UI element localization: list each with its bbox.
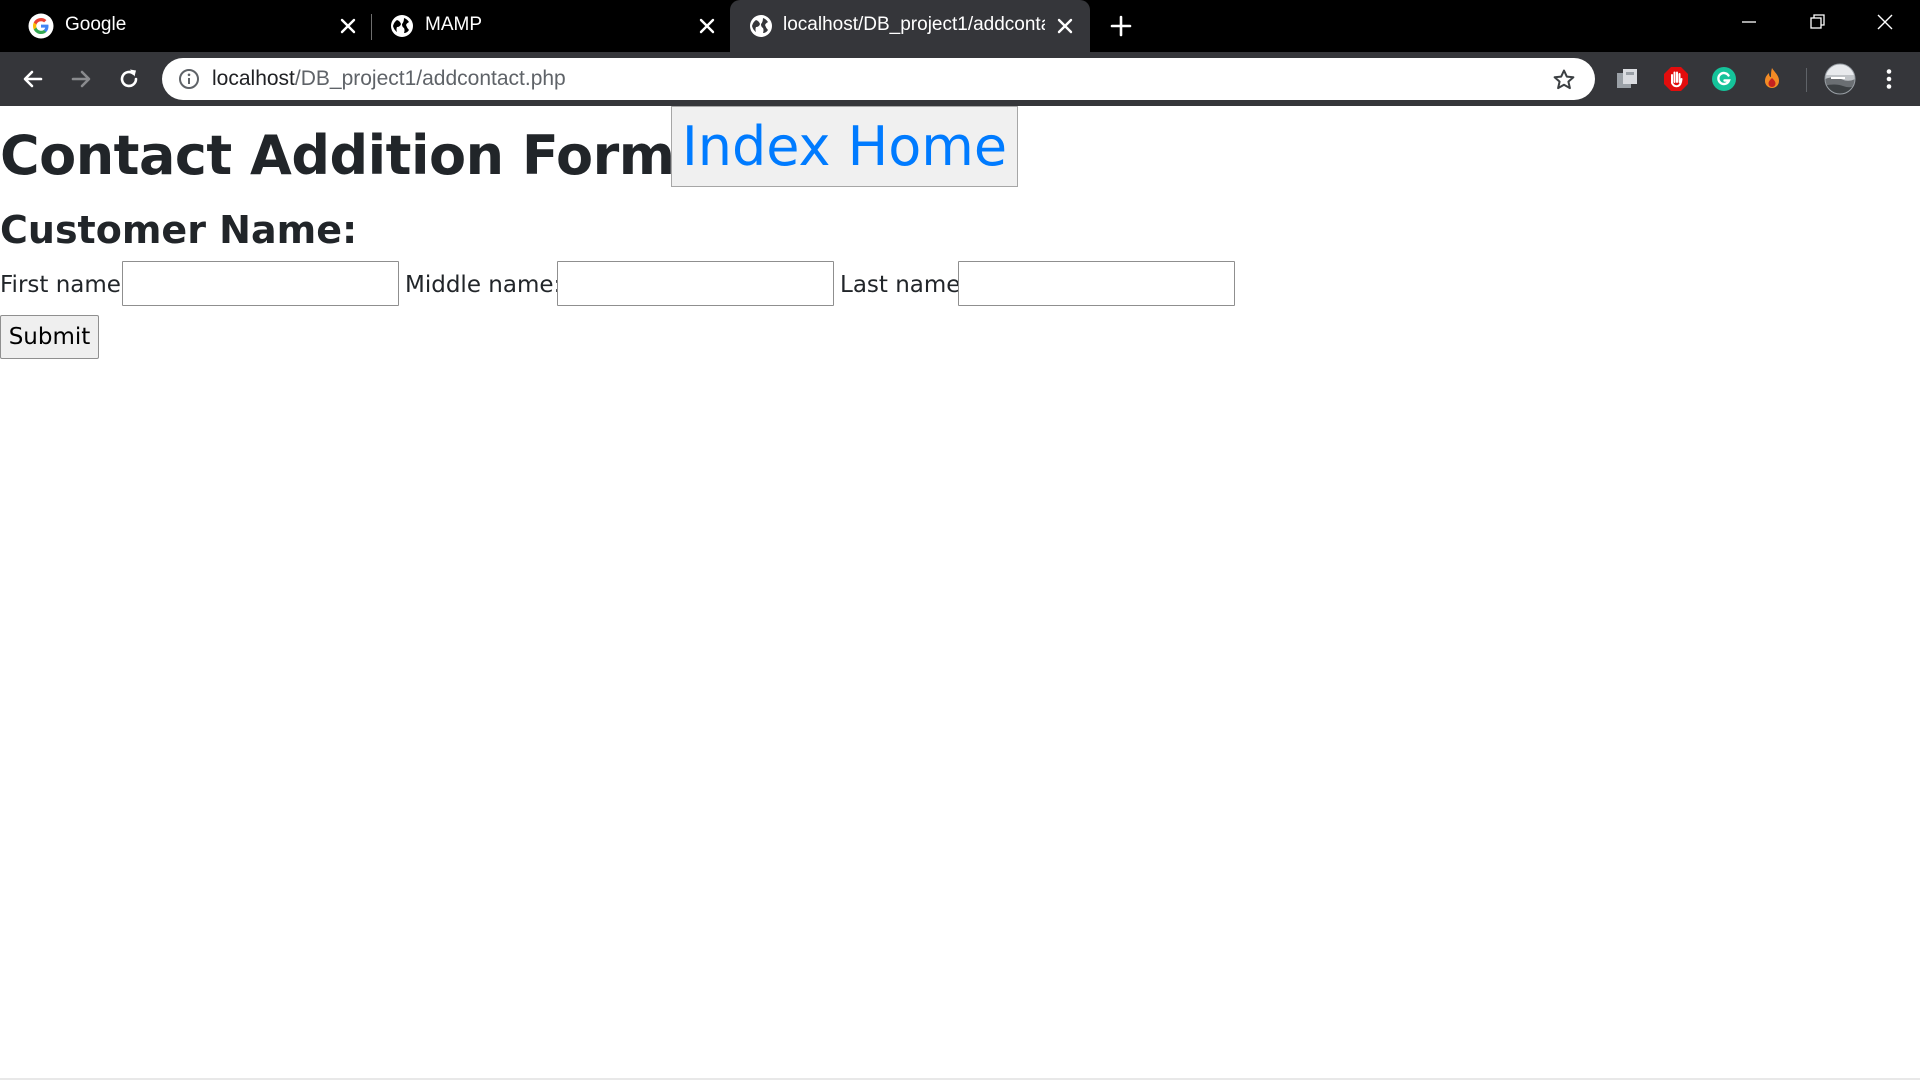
bookmark-star-icon[interactable] (1551, 67, 1577, 93)
profile-avatar-icon[interactable] (1823, 62, 1857, 96)
new-tab-icon[interactable] (1107, 12, 1135, 40)
close-window-icon[interactable] (1867, 8, 1903, 36)
tab-google[interactable]: Google (0, 0, 370, 52)
first-name-label: First name: (0, 272, 129, 298)
tab-title: Google (65, 14, 127, 35)
forward-icon[interactable] (67, 65, 95, 93)
url-text[interactable]: localhost/DB_project1/addcontact.php (212, 67, 566, 91)
tab-title: MAMP (425, 14, 482, 35)
url-host: localhost (212, 67, 295, 90)
tab-title: localhost/DB_project1/addcontac (783, 14, 1045, 35)
close-icon[interactable] (336, 14, 360, 38)
extension-puzzle-icon[interactable] (1612, 64, 1642, 94)
tab-addcontact[interactable]: localhost/DB_project1/addcontac (730, 0, 1090, 52)
restore-icon[interactable] (1799, 8, 1835, 36)
index-home-button[interactable]: Index Home (671, 106, 1018, 187)
browser-toolbar: localhost/DB_project1/addcontact.php (0, 52, 1920, 106)
close-icon[interactable] (695, 14, 719, 38)
minimize-icon[interactable] (1731, 8, 1767, 36)
more-menu-icon[interactable] (1874, 64, 1904, 94)
first-name-input[interactable] (122, 261, 399, 306)
google-g-icon (28, 13, 54, 39)
middle-name-input[interactable] (557, 261, 834, 306)
last-name-input[interactable] (958, 261, 1235, 306)
globe-icon (391, 15, 413, 37)
tab-strip: Google MAMP localhost/DB_project1/addcon… (0, 0, 1920, 52)
last-name-label: Last name: (840, 272, 969, 298)
page-content: Contact Addition Form Index Home Custome… (0, 106, 1920, 1080)
info-icon[interactable] (178, 68, 200, 90)
globe-icon (750, 15, 772, 37)
back-icon[interactable] (19, 65, 47, 93)
tab-mamp[interactable]: MAMP (372, 0, 728, 52)
submit-button[interactable]: Submit (0, 315, 99, 359)
fire-extension-icon[interactable] (1757, 64, 1787, 94)
close-icon[interactable] (1053, 14, 1077, 38)
grammarly-g-icon[interactable] (1709, 64, 1739, 94)
page-title: Contact Addition Form (0, 124, 675, 187)
address-bar[interactable]: localhost/DB_project1/addcontact.php (162, 58, 1595, 100)
adblock-stop-hand-icon[interactable] (1661, 64, 1691, 94)
url-path: /DB_project1/addcontact.php (294, 67, 566, 90)
reload-icon[interactable] (115, 65, 143, 93)
toolbar-separator (1806, 68, 1807, 92)
customer-name-heading: Customer Name: (0, 208, 358, 252)
middle-name-label: Middle name: (405, 272, 562, 298)
